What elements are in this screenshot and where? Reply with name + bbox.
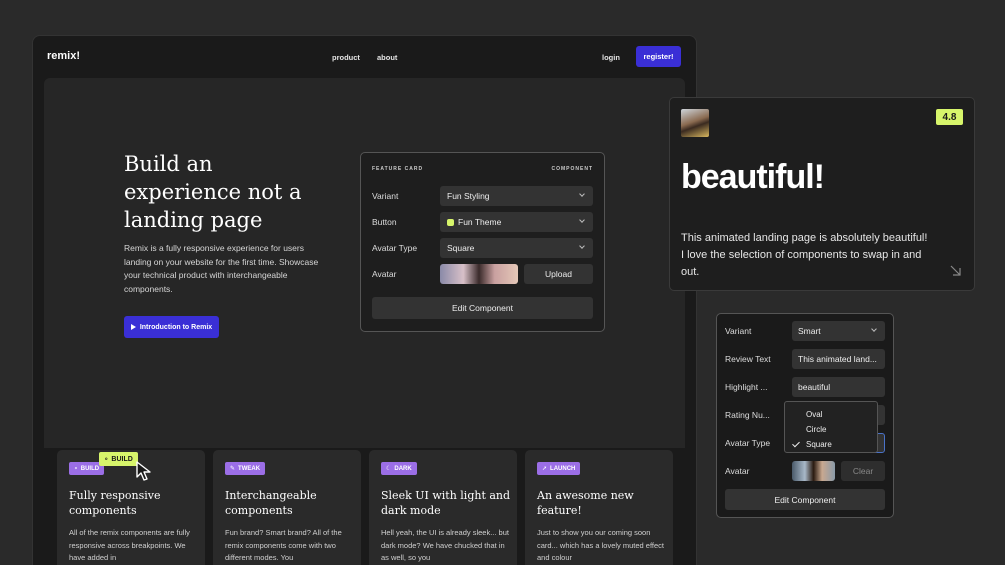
review-text-input[interactable]: This animated land...	[792, 349, 885, 369]
avatar-type-value: Square	[447, 243, 475, 253]
login-link[interactable]: login	[602, 53, 620, 62]
panel-header-right: COMPONENT	[551, 166, 593, 172]
card-title: Interchangeable components	[225, 489, 317, 517]
card-body: Hell yeah, the UI is already sleek... bu…	[381, 528, 509, 562]
intro-button-label: Introduction to Remix	[139, 323, 213, 331]
button-value: Fun Theme	[458, 217, 502, 227]
ep-avatar-row: Avatar Clear	[725, 461, 885, 481]
hero-description: Remix is a fully responsive experience f…	[124, 243, 319, 294]
reviewer-avatar	[681, 109, 709, 137]
logo[interactable]: remix!	[47, 50, 80, 62]
feature-card-build[interactable]: ∘ BUILD Fully responsive components All o…	[57, 450, 205, 565]
button-select[interactable]: Fun Theme	[440, 212, 593, 232]
review-highlight: beautiful!	[681, 158, 825, 196]
color-swatch-icon	[447, 218, 454, 226]
chevron-down-icon	[579, 243, 585, 249]
ep-avatar-label: Avatar	[725, 466, 750, 476]
clear-button[interactable]: Clear	[841, 461, 885, 481]
ep-review-text-row: Review Text This animated land...	[725, 349, 885, 369]
check-icon	[792, 439, 800, 448]
variant-row: Variant Fun Styling	[372, 186, 593, 206]
eye-icon: ∘	[104, 456, 109, 463]
card-title: Fully responsive components	[69, 489, 161, 517]
build-tag: ∘ BUILD	[99, 452, 138, 466]
ep-review-text-label: Review Text	[725, 354, 771, 364]
tweak-badge: ✎ TWEAK	[225, 462, 266, 475]
card-body: All of the remix components are fully re…	[69, 528, 190, 562]
pencil-icon: ✎	[230, 466, 236, 472]
cursor-icon	[136, 461, 151, 481]
option-oval[interactable]: Oval	[785, 407, 877, 422]
ep-variant-value: Smart	[798, 326, 821, 336]
option-label: Circle	[806, 425, 827, 434]
ep-avatar-type-label: Avatar Type	[725, 438, 771, 448]
ep-rating-label: Rating Nu...	[725, 410, 770, 420]
edit-component-button[interactable]: Edit Component	[372, 297, 593, 319]
badge-label: BUILD	[80, 465, 100, 472]
ep-avatar-controls: Clear	[792, 461, 885, 481]
highlight-input[interactable]: beautiful	[792, 377, 885, 397]
avatar-type-label: Avatar Type	[372, 243, 418, 253]
variant-label: Variant	[372, 191, 399, 201]
dark-badge: ☾ DARK	[381, 462, 417, 475]
build-tag-label: BUILD	[111, 455, 133, 463]
avatar-type-select[interactable]: Square	[440, 238, 593, 258]
panel-header: FEATURE CARD COMPONENT	[372, 166, 593, 172]
card-body: Fun brand? Smart brand? All of the remix…	[225, 528, 342, 562]
hero-title: Build an experience not a landing page	[124, 152, 302, 232]
ep-highlight-label: Highlight ...	[725, 382, 768, 392]
nav-link-product[interactable]: product	[332, 53, 360, 62]
rocket-icon: ➚	[542, 466, 548, 472]
feature-card-dark[interactable]: ☾ DARK Sleek UI with light and dark mode …	[369, 450, 517, 565]
upload-button[interactable]: Upload	[524, 264, 593, 284]
avatar-image	[440, 264, 518, 284]
avatar-label: Avatar	[372, 269, 397, 279]
chevron-down-icon	[579, 217, 585, 223]
badge-label: LAUNCH	[550, 465, 576, 472]
hero-section: Build an experience not a landing page R…	[44, 78, 685, 448]
card-title: An awesome new feature!	[537, 489, 634, 517]
browser-window: remix! product about login register! Bui…	[32, 35, 697, 565]
option-label: Oval	[806, 410, 823, 419]
intro-button[interactable]: Introduction to Remix	[124, 316, 219, 338]
ep-highlight-row: Highlight ... beautiful	[725, 377, 885, 397]
badge-label: TWEAK	[238, 465, 261, 472]
moon-icon: ☾	[386, 466, 392, 472]
nav-link-about[interactable]: about	[377, 53, 397, 62]
ep-variant-label: Variant	[725, 326, 752, 336]
option-square[interactable]: Square	[785, 437, 877, 452]
arrow-down-right-icon[interactable]	[950, 265, 961, 276]
register-button[interactable]: register!	[636, 46, 681, 67]
badge-label: DARK	[394, 465, 412, 472]
feature-card-launch[interactable]: ➚ LAUNCH An awesome new feature! Just to …	[525, 450, 673, 565]
chevron-down-icon	[871, 326, 877, 332]
option-label: Square	[806, 440, 832, 449]
variant-value: Fun Styling	[447, 191, 490, 201]
feature-card-panel: FEATURE CARD COMPONENT Variant Fun Styli…	[360, 152, 605, 332]
button-row: Button Fun Theme	[372, 212, 593, 232]
ep-variant-select[interactable]: Smart	[792, 321, 885, 341]
rating-badge: 4.8	[936, 109, 963, 125]
feature-card-tweak[interactable]: ✎ TWEAK Interchangeable components Fun br…	[213, 450, 361, 565]
button-label: Button	[372, 217, 397, 227]
avatar-type-dropdown: Oval Circle Square	[784, 401, 878, 453]
panel-header-left: FEATURE CARD	[372, 166, 424, 172]
variant-select[interactable]: Fun Styling	[440, 186, 593, 206]
top-nav: remix! product about login register!	[33, 36, 696, 78]
avatar-type-row: Avatar Type Square	[372, 238, 593, 258]
review-card[interactable]: 4.8 beautiful! This animated landing pag…	[669, 97, 975, 291]
launch-badge: ➚ LAUNCH	[537, 462, 581, 475]
avatar-row: Avatar Upload	[372, 264, 593, 284]
card-body: Just to show you our coming soon card...…	[537, 528, 665, 562]
ep-edit-component-button[interactable]: Edit Component	[725, 489, 885, 510]
eye-icon: ∘	[74, 466, 78, 472]
play-icon	[130, 324, 136, 330]
chevron-down-icon	[579, 191, 585, 197]
option-circle[interactable]: Circle	[785, 422, 877, 437]
ep-variant-row: Variant Smart	[725, 321, 885, 341]
review-text: This animated landing page is absolutely…	[681, 232, 928, 278]
ep-avatar-image	[792, 461, 835, 481]
card-title: Sleek UI with light and dark mode	[381, 489, 511, 517]
